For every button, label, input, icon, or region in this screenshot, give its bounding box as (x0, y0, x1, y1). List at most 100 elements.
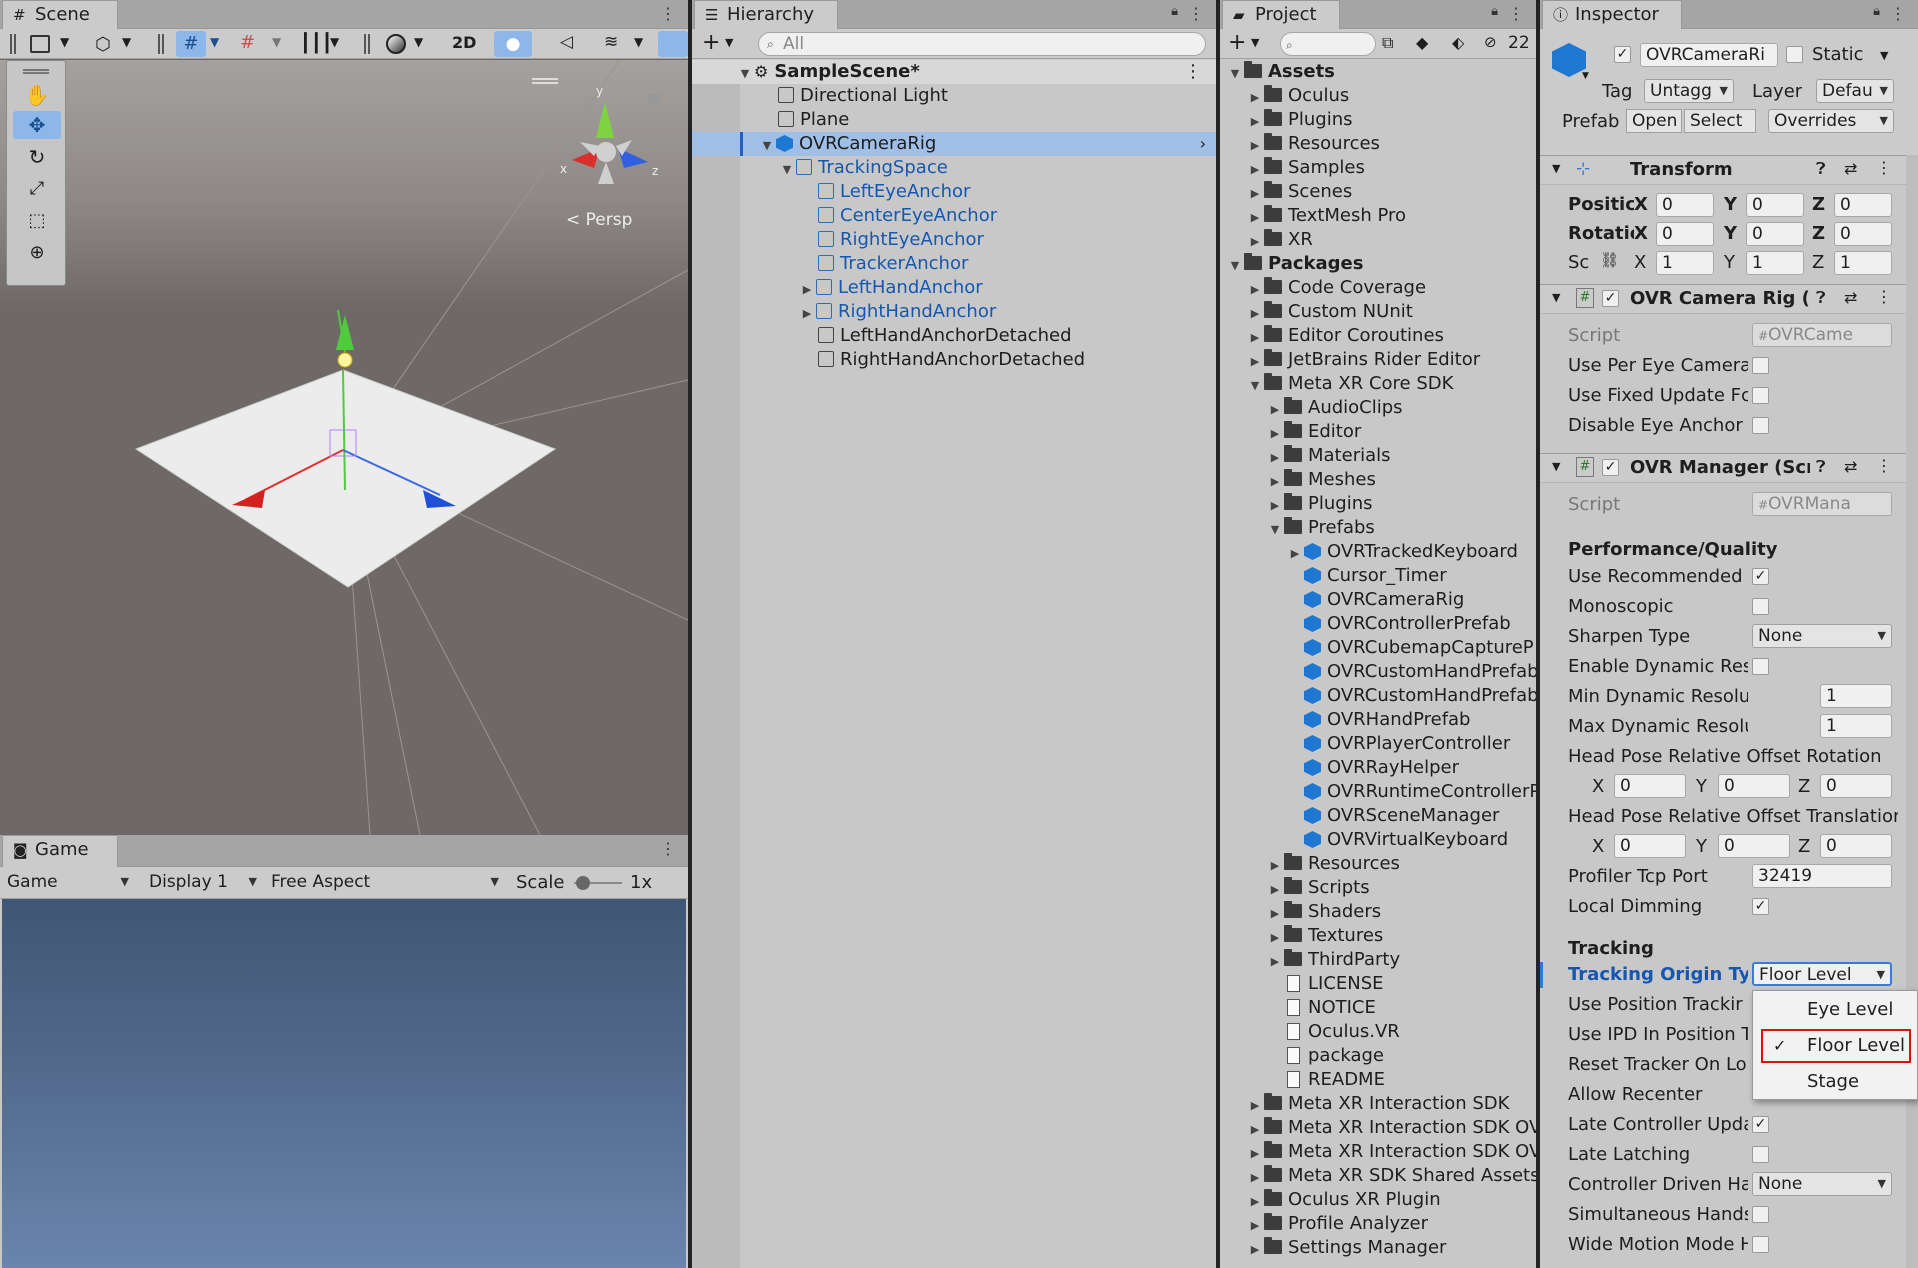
transform-header[interactable]: ▼ ⊹ Transform ❓︎ ⇄ ⋮ (1540, 155, 1918, 185)
expand-arrow-icon[interactable]: ▼ (1266, 518, 1284, 542)
project-tree-row[interactable]: ▶ Scenes (1220, 180, 1536, 204)
project-tree-row[interactable]: OVRSceneManager (1220, 804, 1536, 828)
project-tree-row[interactable]: OVRRuntimeControllerP (1220, 780, 1536, 804)
kebab-menu-icon[interactable]: ⋮ (1188, 4, 1204, 23)
kebab-menu-icon[interactable]: ⋮ (1876, 158, 1892, 177)
project-tree-row[interactable]: ▶ Shaders (1220, 900, 1536, 924)
chevron-down-icon[interactable]: ▼ (60, 35, 69, 49)
expand-arrow-icon[interactable]: ▶ (1246, 302, 1264, 326)
shading-sphere-icon[interactable] (386, 34, 406, 54)
project-tree-row[interactable]: package (1220, 1044, 1536, 1068)
expand-arrow-icon[interactable]: ▶ (1246, 230, 1264, 254)
expand-arrow-icon[interactable]: ▶ (1266, 878, 1284, 902)
head-pose-rot-y-field[interactable]: 0 (1718, 774, 1790, 798)
expand-arrow-icon[interactable]: ▶ (1266, 398, 1284, 422)
tag-select[interactable]: Untagg (1644, 79, 1734, 103)
project-tree-row[interactable]: ▶ Resources (1220, 132, 1536, 156)
expand-arrow-icon[interactable]: ▼ (1552, 162, 1560, 175)
project-tree-row[interactable]: ▶ XR (1220, 228, 1536, 252)
lighting-toggle-icon[interactable]: ● (494, 31, 532, 57)
controller-driven-select[interactable]: None (1752, 1172, 1892, 1196)
project-tree-row[interactable]: ▶ Meta XR Interaction SDK OV (1220, 1116, 1536, 1140)
manager-header[interactable]: ▼ # ✓ OVR Manager (Scr ❓︎ ⇄ ⋮ (1540, 453, 1918, 483)
expand-arrow-icon[interactable]: ▶ (798, 278, 816, 302)
search-by-type-icon[interactable]: ⧉ (1382, 33, 1393, 53)
tree-row[interactable]: TrackerAnchor (692, 252, 1216, 276)
project-tree-row[interactable]: NOTICE (1220, 996, 1536, 1020)
effects-toggle-icon[interactable]: ≋ (604, 32, 618, 52)
render-mode-icon[interactable]: ⬡ (95, 34, 111, 55)
project-tree-row[interactable]: ▶ AudioClips (1220, 396, 1536, 420)
grid-snap-icon[interactable]: # (176, 31, 206, 57)
project-tree-row[interactable]: ▶ Meshes (1220, 468, 1536, 492)
project-tree-row[interactable]: ▶ Code Coverage (1220, 276, 1536, 300)
kebab-menu-icon[interactable]: ⋮ (1508, 4, 1524, 23)
late-controller-update-checkbox[interactable]: ✓ (1752, 1116, 1769, 1133)
project-tree-row[interactable]: ▶ Meta XR Interaction SDK OV (1220, 1140, 1536, 1164)
project-tree-row[interactable]: ▶ Profile Analyzer (1220, 1212, 1536, 1236)
rotation-y-field[interactable]: 0 (1746, 222, 1804, 246)
persp-label[interactable]: < Persp (566, 210, 632, 230)
tab-hierarchy[interactable]: ☰ Hierarchy (694, 0, 838, 29)
dropdown-option-stage[interactable]: Stage (1753, 1067, 1917, 1097)
link-icon[interactable]: ⛓ (1600, 251, 1619, 269)
tag-icon[interactable]: ⬖ (1452, 33, 1464, 52)
rect-tool-icon[interactable]: ⬚ (13, 207, 61, 235)
tab-inspector[interactable]: ⓘ Inspector (1542, 0, 1682, 29)
sharpen-type-select[interactable]: None (1752, 624, 1892, 648)
tree-row[interactable]: LeftHandAnchorDetached (692, 324, 1216, 348)
help-icon[interactable]: ❓︎ (1816, 457, 1826, 477)
project-tree-row[interactable]: OVRRayHelper (1220, 756, 1536, 780)
preset-icon[interactable]: ⇄ (1844, 288, 1857, 307)
project-tree-row[interactable]: OVRPlayerController (1220, 732, 1536, 756)
scale-x-field[interactable]: 1 (1656, 251, 1714, 275)
component-enabled-checkbox[interactable]: ✓ (1602, 290, 1619, 307)
chevron-down-icon[interactable]: ▼ (725, 36, 733, 49)
game-mode-select[interactable]: Game (2, 871, 134, 895)
use-per-eye-camera-checkbox[interactable] (1752, 357, 1769, 374)
draw-mode-icon[interactable] (30, 35, 50, 53)
prefab-open-button[interactable]: Open (1626, 109, 1682, 133)
tab-scene[interactable]: # Scene (2, 0, 118, 29)
chevron-right-icon[interactable]: › (1200, 132, 1206, 156)
project-tree-row[interactable]: ▶ OVRTrackedKeyboard (1220, 540, 1536, 564)
audio-toggle-icon[interactable]: ◁ (560, 32, 573, 52)
expand-arrow-icon[interactable]: ▶ (1246, 1094, 1264, 1118)
project-tree-row[interactable]: OVRCustomHandPrefab (1220, 660, 1536, 684)
use-fixed-update-checkbox[interactable] (1752, 387, 1769, 404)
chevron-down-icon[interactable]: ▼ (1880, 49, 1888, 62)
expand-arrow-icon[interactable]: ▶ (1246, 1118, 1264, 1142)
max-dynamic-res-field[interactable]: 1 (1820, 714, 1892, 738)
kebab-menu-icon[interactable]: ⋮ (1890, 4, 1906, 23)
search-by-label-icon[interactable]: ◆ (1416, 33, 1428, 52)
scale-tool-icon[interactable]: ⤢ (13, 175, 61, 203)
add-object-icon[interactable]: + (702, 30, 720, 55)
expand-arrow-icon[interactable]: ▶ (1246, 350, 1264, 374)
game-viewport[interactable] (2, 899, 686, 1268)
expand-arrow-icon[interactable]: ▶ (1266, 854, 1284, 878)
expand-arrow-icon[interactable]: ▼ (1246, 374, 1264, 398)
chevron-down-icon[interactable]: ▼ (330, 35, 339, 49)
move-tool-icon[interactable]: ✥ (13, 111, 61, 139)
component-enabled-checkbox[interactable]: ✓ (1602, 459, 1619, 476)
scale-z-field[interactable]: 1 (1834, 251, 1892, 275)
inspector-scrollbar[interactable] (1906, 155, 1918, 1268)
project-tree-row[interactable]: ▶ Samples (1220, 156, 1536, 180)
scene-viewport[interactable]: y x z < Persp ✋ ✥ ↻ ⤢ ⬚ ⊕ (0, 60, 688, 835)
visibility-toggle-icon[interactable] (658, 31, 688, 57)
project-tree-row[interactable]: ▶ Oculus (1220, 84, 1536, 108)
dropdown-option-eye-level[interactable]: Eye Level (1753, 995, 1917, 1025)
position-y-field[interactable]: 0 (1746, 193, 1804, 217)
project-tree-row[interactable]: ▶ Custom NUnit (1220, 300, 1536, 324)
tree-row[interactable]: ▼ TrackingSpace (692, 156, 1216, 180)
ruler-icon[interactable]: ┃┃┃ (300, 33, 333, 54)
project-tree-row[interactable]: ▼ Assets (1220, 60, 1536, 84)
tree-row[interactable]: ▶ LeftHandAnchor (692, 276, 1216, 300)
kebab-menu-icon[interactable]: ⋮ (1876, 456, 1892, 475)
project-tree-row[interactable]: OVRControllerPrefab (1220, 612, 1536, 636)
project-tree-row[interactable]: Oculus.VR (1220, 1020, 1536, 1044)
head-pose-trans-z-field[interactable]: 0 (1820, 834, 1892, 858)
expand-arrow-icon[interactable]: ▼ (1226, 254, 1244, 278)
kebab-menu-icon[interactable]: ⋮ (660, 4, 676, 23)
layer-select[interactable]: Defau (1816, 79, 1894, 103)
